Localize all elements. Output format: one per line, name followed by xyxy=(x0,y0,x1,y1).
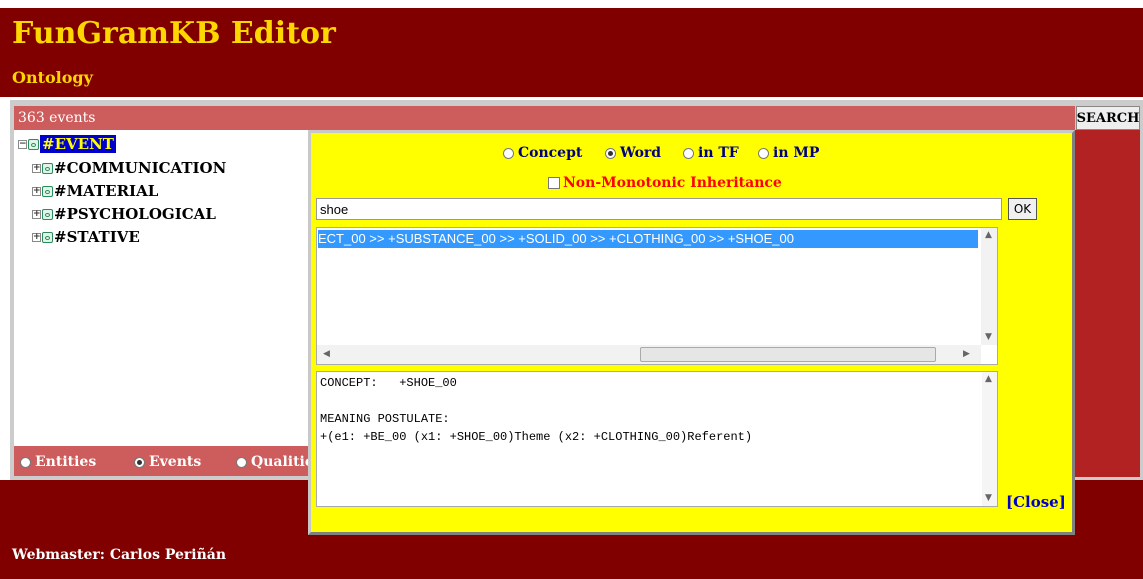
scroll-down-arrow-icon[interactable]: ▼ xyxy=(985,493,992,503)
tree-node-event[interactable]: − #EVENT xyxy=(18,135,116,153)
close-link[interactable]: [Close] xyxy=(1006,493,1066,511)
expand-icon[interactable]: + xyxy=(32,209,41,219)
scroll-down-arrow-icon[interactable]: ▼ xyxy=(985,332,992,342)
concept-line: CONCEPT: +SHOE_00 xyxy=(320,376,457,390)
radio-selected-icon[interactable] xyxy=(605,147,616,159)
horizontal-scroll-thumb[interactable] xyxy=(640,347,936,362)
right-panel xyxy=(1075,130,1140,477)
meaning-postulate-heading: MEANING POSTULATE: xyxy=(320,412,450,426)
result-item[interactable]: ECT_00 >> +SUBSTANCE_00 >> +SOLID_00 >> … xyxy=(318,230,978,248)
checkbox-icon[interactable] xyxy=(548,177,560,189)
concept-icon xyxy=(42,231,53,243)
tree-node-material[interactable]: + #MATERIAL xyxy=(32,182,158,200)
expand-icon[interactable]: + xyxy=(32,232,41,242)
tree-node-label[interactable]: #STATIVE xyxy=(54,228,140,246)
concept-icon xyxy=(42,185,53,197)
concept-icon xyxy=(28,138,39,150)
tab-entities[interactable]: Entities xyxy=(20,454,96,470)
meaning-postulate-value: +(e1: +BE_00 (x1: +SHOE_00)Theme (x2: +C… xyxy=(320,430,753,444)
option-word[interactable]: Word xyxy=(605,145,661,161)
scroll-up-arrow-icon[interactable]: ▲ xyxy=(985,374,992,384)
tab-qualities[interactable]: Qualitie xyxy=(236,454,314,470)
scroll-left-arrow-icon[interactable]: ◀ xyxy=(323,349,330,359)
section-title: Ontology xyxy=(12,68,93,87)
ok-button[interactable]: OK xyxy=(1008,198,1037,220)
non-monotonic-checkbox[interactable]: Non-Monotonic Inheritance xyxy=(548,175,782,191)
concept-icon xyxy=(42,208,53,220)
option-in-tf[interactable]: in TF xyxy=(683,145,739,161)
radio-selected-icon[interactable] xyxy=(134,456,145,468)
radio-icon[interactable] xyxy=(683,147,694,159)
ontology-tree: − #EVENT + #COMMUNICATION + #MATERIAL + … xyxy=(14,130,312,446)
collapse-icon[interactable]: − xyxy=(18,139,27,149)
radio-icon[interactable] xyxy=(503,147,514,159)
expand-icon[interactable]: + xyxy=(32,163,41,173)
scroll-right-arrow-icon[interactable]: ▶ xyxy=(963,349,970,359)
expand-icon[interactable]: + xyxy=(32,186,41,196)
option-concept[interactable]: Concept xyxy=(503,145,582,161)
description-scrollbar[interactable]: ▲ ▼ xyxy=(982,372,997,506)
tab-events[interactable]: Events xyxy=(134,454,201,470)
word-input[interactable] xyxy=(316,198,1002,220)
tree-node-label[interactable]: #EVENT xyxy=(40,135,116,153)
option-in-mp[interactable]: in MP xyxy=(758,145,819,161)
scroll-up-arrow-icon[interactable]: ▲ xyxy=(985,230,992,240)
radio-icon[interactable] xyxy=(20,456,31,468)
tree-node-communication[interactable]: + #COMMUNICATION xyxy=(32,159,226,177)
radio-icon[interactable] xyxy=(236,456,247,468)
webmaster-credit: Webmaster: Carlos Periñán xyxy=(12,547,227,563)
tree-node-label[interactable]: #MATERIAL xyxy=(54,182,158,200)
tree-node-psychological[interactable]: + #PSYCHOLOGICAL xyxy=(32,205,216,223)
list-vertical-scrollbar[interactable]: ▲ ▼ xyxy=(981,228,997,345)
events-count: 363 events xyxy=(18,110,96,126)
app-title: FunGramKB Editor xyxy=(12,16,336,51)
tree-node-stative[interactable]: + #STATIVE xyxy=(32,228,140,246)
tree-node-label[interactable]: #PSYCHOLOGICAL xyxy=(54,205,216,223)
tree-node-label[interactable]: #COMMUNICATION xyxy=(54,159,226,177)
search-button[interactable]: SEARCH xyxy=(1076,106,1140,130)
radio-icon[interactable] xyxy=(758,147,769,159)
concept-icon xyxy=(42,162,53,174)
events-bar xyxy=(14,106,1075,130)
